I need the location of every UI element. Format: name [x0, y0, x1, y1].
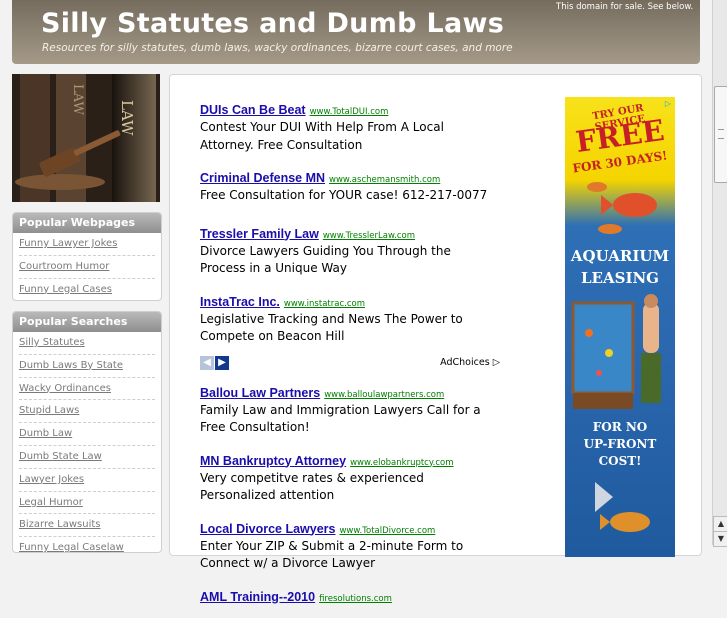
ad-description: Enter Your ZIP & Submit a 2-minute Form …	[200, 538, 464, 571]
list-item: Funny Legal Cases	[19, 279, 155, 301]
list-item: Dumb State Law	[19, 446, 155, 469]
ad-description: Divorce Lawyers Guiding You Through the …	[200, 243, 451, 276]
ad-url-link[interactable]: www.elobankruptcy.com	[350, 458, 453, 468]
page-scrollbar[interactable]: ▲ ▼	[712, 0, 727, 547]
list-item: Dumb Laws By State	[19, 355, 155, 378]
ad-unit: Ballou Law Partners www.balloulawpartners…	[200, 382, 500, 437]
adchoices-icon: ▷	[492, 356, 500, 368]
main-content: DUIs Can Be Beat www.TotalDUI.com Contest…	[169, 74, 702, 604]
list-item: Dumb Law	[19, 423, 155, 446]
adchoices-label: AdChoices	[440, 356, 490, 368]
sidebar-link[interactable]: Legal Humor	[19, 497, 83, 508]
law-books-gavel-image: LAW LAW	[12, 74, 160, 202]
ad-description: Very competitve rates & experienced Pers…	[200, 470, 424, 503]
domain-sale-note[interactable]: This domain for sale. See below.	[556, 2, 693, 12]
popular-searches-title: Popular Searches	[13, 312, 161, 332]
banner-line: UP-FRONT	[583, 437, 657, 451]
chevron-right-icon[interactable]: ▶	[215, 355, 229, 370]
ad-unit: InstaTrac Inc. www.instatrac.com Legislat…	[200, 291, 500, 346]
sidebar-link[interactable]: Dumb Law	[19, 428, 72, 439]
list-item: Funny Legal Caselaw	[19, 537, 155, 552]
ad-url-link[interactable]: www.TotalDUI.com	[310, 107, 389, 117]
list-item: Legal Humor	[19, 492, 155, 515]
law-book-label-2: LAW	[70, 84, 85, 115]
aquarium-tank-illustration	[571, 294, 661, 409]
sidebar-link[interactable]: Dumb State Law	[19, 451, 102, 462]
sidebar-link[interactable]: Bizarre Lawsuits	[19, 519, 101, 530]
ad-unit: AML Training--2010 firesolutions.com	[200, 586, 500, 605]
popular-searches-panel: Popular Searches Silly Statutes Dumb Law…	[12, 311, 162, 553]
ad-unit: Local Divorce Lawyers www.TotalDivorce.co…	[200, 518, 500, 573]
ad-title-link[interactable]: Local Divorce Lawyers	[200, 522, 335, 536]
ad-unit: Tressler Family Law www.TresslerLaw.com D…	[200, 223, 500, 278]
ad-unit: MN Bankruptcy Attorney www.elobankruptcy.…	[200, 450, 500, 505]
ad-description: Legislative Tracking and News The Power …	[200, 311, 463, 344]
ad-unit: DUIs Can Be Beat www.TotalDUI.com Contest…	[200, 99, 500, 154]
ad-url-link[interactable]: www.aschemansmith.com	[329, 175, 440, 185]
ad-url-link[interactable]: www.TotalDivorce.com	[339, 526, 435, 536]
sidebar-link[interactable]: Silly Statutes	[19, 337, 85, 348]
ad-title-link[interactable]: Criminal Defense MN	[200, 171, 325, 185]
list-item: Silly Statutes	[19, 332, 155, 355]
banner-no-upfront-text: FOR NO UP-FRONT COST!	[565, 419, 675, 470]
ad-title-link[interactable]: Ballou Law Partners	[200, 386, 320, 400]
sidebar-link[interactable]: Lawyer Jokes	[19, 474, 84, 485]
grip-icon	[718, 129, 724, 139]
sidebar-link[interactable]: Stupid Laws	[19, 405, 79, 416]
adchoices-link[interactable]: AdChoices ▷	[440, 357, 500, 368]
law-books-illustration: LAW LAW	[12, 74, 160, 202]
law-book-label: LAW	[118, 100, 136, 136]
scrollbar-thumb[interactable]	[714, 86, 727, 183]
ad-title-link[interactable]: DUIs Can Be Beat	[200, 103, 306, 117]
ad-title-link[interactable]: MN Bankruptcy Attorney	[200, 454, 346, 468]
sidebar-link[interactable]: Dumb Laws By State	[19, 360, 123, 371]
ad-title-link[interactable]: AML Training--2010	[200, 590, 315, 604]
popular-webpages-panel: Popular Webpages Funny Lawyer Jokes Cour…	[12, 212, 162, 302]
list-item: Funny Lawyer Jokes	[19, 233, 155, 256]
list-item: Courtroom Humor	[19, 256, 155, 279]
banner-aquarium-text: AQUARIUM	[570, 247, 670, 265]
ad-unit: Criminal Defense MN www.aschemansmith.com…	[200, 167, 500, 205]
list-item: Bizarre Lawsuits	[19, 514, 155, 538]
fish-illustration-2	[595, 482, 650, 532]
banner-line: COST!	[598, 454, 642, 468]
sidebar-link[interactable]: Courtroom Humor	[19, 261, 109, 272]
sponsored-ads: DUIs Can Be Beat www.TotalDUI.com Contest…	[200, 99, 500, 618]
popular-webpages-title: Popular Webpages	[13, 213, 161, 233]
sidebar-link[interactable]: Funny Legal Cases	[19, 284, 112, 295]
list-item: Lawyer Jokes	[19, 469, 155, 492]
aquarium-banner-ad[interactable]: ▷ TRY OUR SERVICE FREE FOR 30 DAYS! AQUA…	[565, 97, 675, 557]
banner-leasing-text: LEASING	[581, 269, 659, 287]
sidebar-link[interactable]: Funny Legal Caselaw	[19, 542, 124, 552]
ad-url-link[interactable]: www.TresslerLaw.com	[323, 231, 415, 241]
sidebar-link[interactable]: Funny Lawyer Jokes	[19, 238, 117, 249]
scroll-up-arrow-icon[interactable]: ▲	[713, 516, 727, 532]
fish-illustration	[587, 182, 657, 234]
list-item: Wacky Ordinances	[19, 378, 155, 401]
ad-title-link[interactable]: InstaTrac Inc.	[200, 295, 280, 309]
site-title[interactable]: Silly Statutes and Dumb Laws	[41, 8, 504, 39]
list-item: Stupid Laws	[19, 400, 155, 424]
ad-description: Free Consultation for YOUR case! 612-217…	[200, 188, 488, 202]
ad-url-link[interactable]: firesolutions.com	[319, 594, 392, 604]
ad-nav-row: ◀ ▶ AdChoices ▷	[200, 355, 500, 372]
sidebar-link[interactable]: Wacky Ordinances	[19, 383, 111, 394]
ad-url-link[interactable]: www.balloulawpartners.com	[324, 390, 444, 400]
ad-description: Contest Your DUI With Help From A Local …	[200, 120, 444, 152]
chevron-left-icon[interactable]: ◀	[200, 355, 214, 370]
ad-description: Family Law and Immigration Lawyers Call …	[200, 402, 481, 435]
banner-line: FOR NO	[592, 420, 648, 434]
ad-title-link[interactable]: Tressler Family Law	[200, 227, 319, 241]
ad-url-link[interactable]: www.instatrac.com	[284, 299, 365, 309]
site-tagline: Resources for silly statutes, dumb laws,…	[42, 42, 513, 54]
